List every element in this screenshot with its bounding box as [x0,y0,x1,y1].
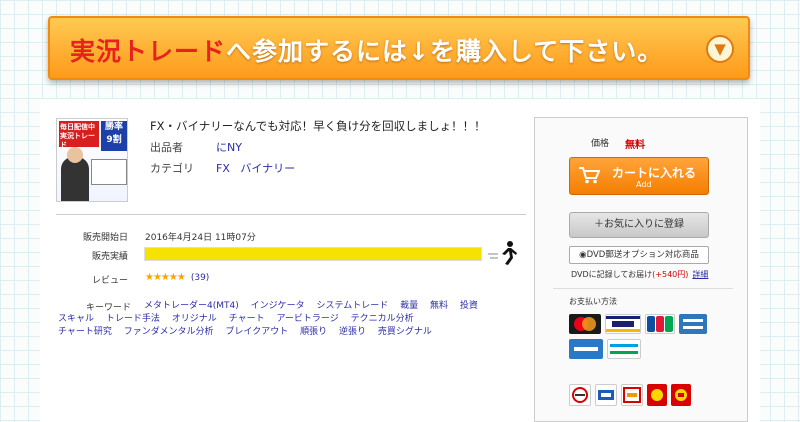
keyword-link[interactable]: ファンダメンタル分析 [124,327,214,337]
keyword-link[interactable]: 裁量 [400,301,418,311]
category-link-fx[interactable]: FX [216,162,230,175]
keyword-link[interactable]: チャート [229,314,265,324]
mastercard-icon [569,314,601,334]
keyword-link[interactable]: ブレイクアウト [225,327,288,337]
seller-label: 出品者 [150,141,183,154]
keyword-link[interactable]: テクニカル分析 [351,314,414,324]
dvd-note: DVDに記録してお届け(+540円) 詳細 [571,269,708,280]
thumbnail-label-winrate: 勝率 9割 [101,121,127,151]
category-row: カテゴリ FX バイナリー [150,160,295,176]
keyword-link[interactable]: オリジナル [172,314,217,324]
dvd-note-price: (+540円) [652,270,689,279]
keyword-link[interactable]: スキャル [58,314,94,324]
review-value[interactable]: ★★★★★ (39) [145,272,209,283]
section-divider [56,214,526,215]
keyword-link[interactable]: 順張り [300,327,327,337]
sales-bar [144,247,482,261]
dvd-option-label: DVD郵送オプション対応商品 [586,250,699,260]
add-to-cart-button[interactable]: カートに入れる Add [569,157,709,195]
price-label: 価格 [591,139,610,149]
cart-button-label: カートに入れる [612,166,697,180]
chart-board-image [91,159,127,185]
price-value: 無料 [625,140,645,151]
dvd-note-text: DVDに記録してお届け [571,270,653,279]
dvd-option-button[interactable]: ◉DVD郵送オプション対応商品 [569,246,709,264]
cart-button-sublabel: Add [636,180,652,189]
review-count[interactable]: (39) [191,273,209,283]
keyword-link[interactable]: 売買シグナル [378,327,432,337]
payment-label: お支払い方法 [569,297,617,306]
ministop-icon [647,384,667,406]
keyword-link[interactable]: 逆張り [339,327,366,337]
keyword-link[interactable]: 投資 [460,301,478,311]
seller-row: 出品者 にNY [150,139,242,155]
cart-icon [579,167,600,184]
keyword-list: メタトレーダー4(MT4) インジケータ システムトレード 裁量 無料 投資 ス… [58,300,488,339]
keyword-link[interactable]: システムトレード [317,301,389,311]
sales-bar-fill [145,248,481,260]
keyword-link[interactable]: メタトレーダー4(MT4) [144,301,239,311]
familymart-icon [607,339,641,359]
runner-icon [488,241,517,265]
amex-icon [679,314,707,334]
thumbnail-label-live: 毎日配信中 実況トレード [59,121,99,149]
presenter-image [61,147,89,201]
add-favorite-button[interactable]: ＋お気に入りに登録 [569,212,709,238]
keyword-link[interactable]: インジケータ [251,301,305,311]
dvd-icon: ◉ [579,250,587,260]
keyword-link[interactable]: 無料 [430,301,448,311]
top-banner: 実況トレードへ参加するには↓を購入して下さい。 ▼ [48,16,750,80]
side-divider [553,288,733,289]
sale-start-value: 2016年4月24日 11時07分 [145,233,256,243]
daily-yamazaki-icon [671,384,691,406]
convenience-store-icon [569,384,591,406]
seller-link[interactable]: にNY [216,139,242,155]
sale-start-label: 販売開始日 [82,233,128,243]
product-title: FX・バイナリーなんでも対応！早く負け分を回収しましょ！！！ [150,119,486,133]
purchase-box: 価格 無料 カートに入れる Add ＋お気に入りに登録 ◉DVD郵送オプション対… [534,117,748,422]
visa-icon [605,314,641,334]
category-label: カテゴリ [150,162,194,175]
keyword-link[interactable]: アービトラージ [276,314,338,324]
keyword-link[interactable]: トレード手法 [106,314,160,324]
banner-text: 実況トレードへ参加するには↓を購入して下さい。 [70,32,663,68]
bank-transfer-icon [569,339,603,359]
banner-rest: へ参加するには↓を購入して下さい。 [226,37,664,66]
banner-highlight: 実況トレード [70,37,227,66]
circle-k-icon [621,384,643,406]
jcb-icon [645,314,675,334]
product-panel: 毎日配信中 実況トレード 勝率 9割 FX・バイナリーなんでも対応！早く負け分を… [40,99,760,422]
product-thumbnail[interactable]: 毎日配信中 実況トレード 勝率 9割 [56,118,128,202]
category-links: FX バイナリー [216,160,295,176]
star-rating-icon: ★★★★★ [145,272,186,283]
chevron-down-icon: ▼ [706,35,734,63]
category-link-binary[interactable]: バイナリー [240,162,295,175]
dvd-detail-link[interactable]: 詳細 [692,270,708,279]
keyword-link[interactable]: チャート研究 [58,327,112,337]
sales-label: 販売実績 [91,252,128,262]
review-label: レビュー [91,276,128,286]
lawson-icon [595,384,617,406]
